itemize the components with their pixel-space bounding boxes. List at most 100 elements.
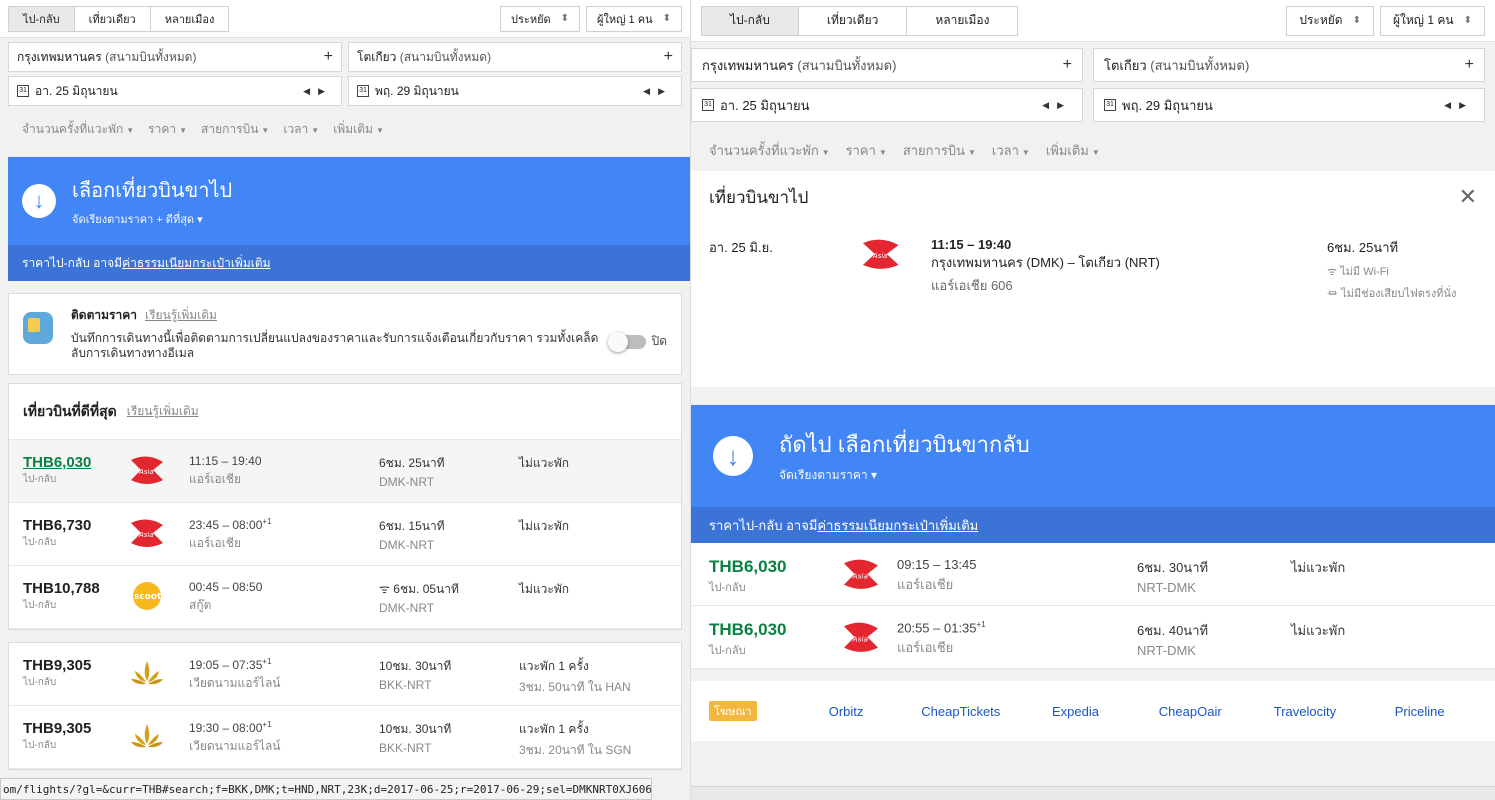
add-destination-icon[interactable]: +: [664, 48, 673, 66]
other-flights-card: THB9,305 ไป-กลับ 19:05 – 07:35+1 เวียดนามแอ…: [8, 642, 682, 770]
return-date: พฤ. 29 มิถุนายน: [375, 83, 459, 98]
ota-orbitz[interactable]: Orbitz: [789, 704, 904, 719]
flight-times: 23:45 – 08:00+1: [189, 517, 272, 532]
best-learn-more-link[interactable]: เรียนรู้เพิ่มเติม: [127, 402, 199, 421]
date-arrows-icon[interactable]: ◀▶: [303, 86, 333, 97]
origin-field[interactable]: กรุงเทพมหานคร (สนามบินทั้งหมด) +: [691, 48, 1083, 82]
filter-time[interactable]: เวลา ▼: [283, 120, 319, 139]
tracking-toggle[interactable]: ปิด: [607, 331, 667, 352]
best-flights-card: เที่ยวบินที่ดีที่สุด เรียนรู้เพิ่มเติม TH…: [8, 383, 682, 630]
destination-field[interactable]: โตเกียว (สนามบินทั้งหมด) +: [348, 42, 682, 72]
tracking-learn-more-link[interactable]: เรียนรู้เพิ่มเติม: [145, 308, 217, 322]
updown-icon: ⬍: [1463, 15, 1472, 26]
depart-date: อา. 25 มิถุนายน: [35, 83, 118, 98]
passenger-select[interactable]: ผู้ใหญ่ 1 คน ⬍: [1380, 5, 1485, 36]
bag-fee-notice: ราคาไป-กลับ อาจมี ค่าธรรมเนียมกระเป๋าเพิ่…: [8, 245, 690, 281]
depart-date-field[interactable]: 31 อา. 25 มิถุนายน ◀▶: [8, 76, 342, 106]
filter-airline[interactable]: สายการบิน ▼: [201, 120, 269, 139]
cabin-select[interactable]: ประหยัด ⬍: [500, 5, 581, 32]
flight-times: 19:30 – 08:00+1: [189, 720, 272, 735]
add-destination-icon[interactable]: +: [1465, 56, 1474, 74]
ota-cheaptickets[interactable]: CheapTickets: [903, 704, 1018, 719]
flight-times: 11:15 – 19:40: [189, 454, 262, 468]
filter-more[interactable]: เพิ่มเติม ▼: [1046, 140, 1100, 161]
filter-stops[interactable]: จำนวนครั้งที่แวะพัก ▼: [22, 120, 134, 139]
ota-cheapoair[interactable]: CheapOair: [1133, 704, 1248, 719]
flight-price: THB9,305: [23, 657, 92, 674]
airline-name: แอร์เอเชีย: [897, 577, 954, 592]
date-arrows-icon[interactable]: ◀▶: [643, 86, 673, 97]
trip-type-roundtrip[interactable]: ไป-กลับ: [701, 5, 799, 36]
close-icon[interactable]: ✕: [1459, 184, 1477, 210]
no-wifi-amenity: ᯤ ไม่มี Wi-Fi: [1327, 266, 1389, 278]
flight-route: NRT-DMK: [1137, 643, 1196, 658]
svg-text:Asia: Asia: [852, 571, 869, 580]
selected-title: เที่ยวบินขาไป: [709, 187, 809, 207]
price-tracking-card: ติดตามราคา เรียนรู้เพิ่มเติม บันทึกการเดิ…: [8, 293, 682, 375]
airline-name: เวียดนามแอร์ไลน์: [189, 676, 281, 690]
trip-type-oneway[interactable]: เที่ยวเดียว: [73, 5, 151, 32]
filter-stops[interactable]: จำนวนครั้งที่แวะพัก ▼: [709, 140, 830, 161]
trip-type-oneway[interactable]: เที่ยวเดียว: [797, 5, 908, 36]
bag-fee-link[interactable]: ค่าธรรมเนียมกระเป๋าเพิ่มเติม: [122, 254, 270, 273]
bottom-strip: [691, 786, 1495, 800]
selected-route: กรุงเทพมหานคร (DMK) – โตเกียว (NRT): [931, 255, 1160, 270]
right-pane: ไป-กลับ เที่ยวเดียว หลายเมือง ประหยัด ⬍ ผ…: [690, 0, 1495, 800]
flight-row[interactable]: THB9,305 ไป-กลับ 19:30 – 08:00+1 เวียดนามแอ…: [9, 706, 681, 769]
airasia-logo-icon: Asia: [844, 622, 878, 652]
trip-type-multicity[interactable]: หลายเมือง: [906, 5, 1019, 36]
origin-sub: (สนามบินทั้งหมด): [105, 49, 197, 64]
flight-row[interactable]: THB9,305 ไป-กลับ 19:05 – 07:35+1 เวียดนามแอ…: [9, 643, 681, 706]
filter-airline[interactable]: สายการบิน ▼: [903, 140, 976, 161]
trip-type-multicity[interactable]: หลายเมือง: [149, 5, 230, 32]
sort-dropdown[interactable]: จัดเรียงตามราคา + ดีที่สุด ▾: [72, 210, 232, 228]
sort-dropdown[interactable]: จัดเรียงตามราคา ▾: [779, 466, 1030, 485]
left-pane: ไป-กลับ เที่ยวเดียว หลายเมือง ประหยัด ⬍ ผ…: [0, 0, 690, 800]
flight-row[interactable]: THB6,030 ไป-กลับ Asia 11:15 – 19:40 แอร์เอเช…: [9, 440, 681, 503]
return-flight-row[interactable]: THB6,030 ไป-กลับ Asia 09:15 – 13:45 แอร์เอเช…: [691, 543, 1495, 606]
stop-detail: 3ชม. 20นาที ใน SGN: [519, 743, 632, 757]
svg-text:Asia: Asia: [872, 252, 888, 260]
return-flight-row[interactable]: THB6,030 ไป-กลับ Asia 20:55 – 01:35+1 แอร์เอ…: [691, 606, 1495, 669]
tracking-description: บันทึกการเดินทางนี้เพื่อติดตามการเปลี่ยน…: [71, 331, 599, 360]
flight-stops: ไม่แวะพัก: [519, 456, 570, 470]
add-origin-icon[interactable]: +: [324, 48, 333, 66]
ota-priceline[interactable]: Priceline: [1362, 704, 1477, 719]
flight-stops: แวะพัก 1 ครั้ง: [519, 722, 589, 736]
trip-type-roundtrip[interactable]: ไป-กลับ: [8, 5, 75, 32]
airasia-logo-icon: Asia: [131, 519, 163, 547]
return-date-field[interactable]: 31 พฤ. 29 มิถุนายน ◀▶: [348, 76, 682, 106]
date-arrows-icon[interactable]: ◀▶: [1444, 100, 1474, 111]
arrow-down-icon: ↓: [713, 436, 753, 476]
price-type: ไป-กลับ: [23, 600, 57, 611]
calendar-icon: 31: [357, 85, 369, 97]
ota-travelocity[interactable]: Travelocity: [1248, 704, 1363, 719]
flight-route: DMK-NRT: [379, 475, 435, 489]
filter-time[interactable]: เวลา ▼: [992, 140, 1030, 161]
passenger-select[interactable]: ผู้ใหญ่ 1 คน ⬍: [586, 5, 682, 32]
add-origin-icon[interactable]: +: [1063, 56, 1072, 74]
destination-field[interactable]: โตเกียว (สนามบินทั้งหมด) +: [1093, 48, 1485, 82]
bag-fee-link[interactable]: ค่าธรรมเนียมกระเป๋าเพิ่มเติม: [817, 515, 978, 536]
flight-stops: ไม่แวะพัก: [1291, 560, 1346, 575]
flight-row[interactable]: THB6,730 ไป-กลับ Asia 23:45 – 08:00+1 แอร์เอ…: [9, 503, 681, 566]
ota-expedia[interactable]: Expedia: [1018, 704, 1133, 719]
depart-date-field[interactable]: 31 อา. 25 มิถุนายน ◀▶: [691, 88, 1083, 122]
flight-row[interactable]: THB10,788 ไป-กลับ scoot 00:45 – 08:50 สกู๊ต ᯤ…: [9, 566, 681, 629]
date-arrows-icon[interactable]: ◀▶: [1042, 100, 1072, 111]
filter-more[interactable]: เพิ่มเติม ▼: [333, 120, 384, 139]
header-title: ถัดไป เลือกเที่ยวบินขากลับ: [779, 432, 1030, 457]
toggle-switch[interactable]: [607, 331, 646, 352]
origin-field[interactable]: กรุงเทพมหานคร (สนามบินทั้งหมด) +: [8, 42, 342, 72]
filter-price[interactable]: ราคา ▼: [148, 120, 187, 139]
return-date-field[interactable]: 31 พฤ. 29 มิถุนายน ◀▶: [1093, 88, 1485, 122]
ad-tag: โฆษณา: [709, 701, 757, 721]
svg-text:Asia: Asia: [138, 531, 154, 539]
bag-fee-notice: ราคาไป-กลับ อาจมี ค่าธรรมเนียมกระเป๋าเพิ่…: [691, 507, 1495, 543]
filter-price[interactable]: ราคา ▼: [846, 140, 887, 161]
price-type: ไป-กลับ: [23, 677, 57, 688]
flight-route: DMK-NRT: [379, 601, 435, 615]
scoot-logo-icon: scoot: [133, 582, 162, 610]
cabin-select[interactable]: ประหยัด ⬍: [1286, 5, 1374, 36]
svg-text:scoot: scoot: [134, 592, 162, 602]
